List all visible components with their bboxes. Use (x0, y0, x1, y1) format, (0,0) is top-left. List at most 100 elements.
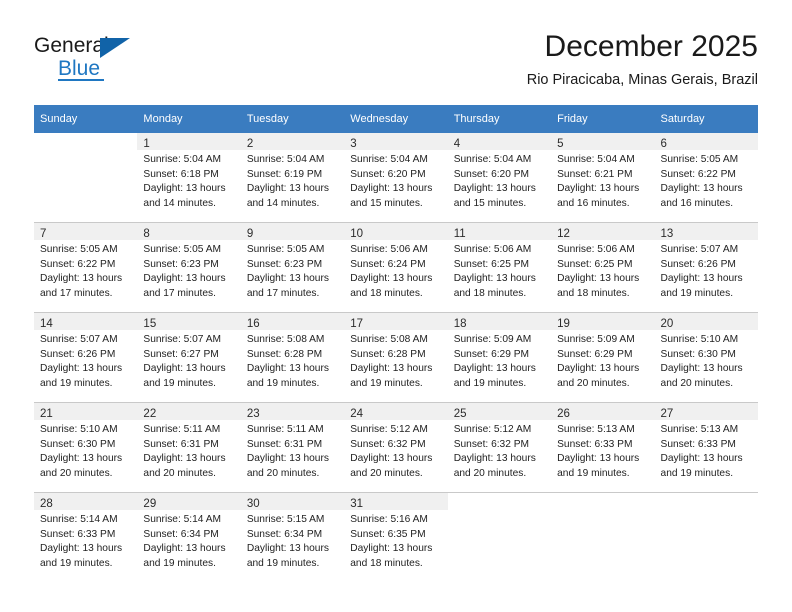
calendar-day-cell[interactable]: 26 Sunrise: 5:13 AM Sunset: 6:33 PM Dayligh… (551, 402, 655, 493)
calendar-day-cell[interactable]: 2 Sunrise: 5:04 AM Sunset: 6:19 PM Daylight… (240, 133, 345, 223)
calendar-day-cell[interactable]: 4 Sunrise: 5:04 AM Sunset: 6:20 PM Daylight… (447, 133, 552, 223)
day-info-line: Sunset: 6:22 PM (40, 258, 116, 270)
day-info-line: and 19 minutes. (660, 467, 734, 479)
day-number: 15 (143, 318, 157, 330)
calendar-day-cell[interactable]: 28 Sunrise: 5:14 AM Sunset: 6:33 PM Dayligh… (34, 492, 138, 582)
calendar-day-cell[interactable]: 6 Sunrise: 5:05 AM Sunset: 6:22 PM Daylight… (654, 133, 758, 223)
day-info-line: and 18 minutes. (350, 557, 423, 569)
day-info-line: Sunset: 6:33 PM (557, 438, 633, 450)
day-cell-content: 31 Sunrise: 5:16 AM Sunset: 6:35 PM Dayligh… (344, 493, 448, 582)
calendar-day-cell[interactable]: 29 Sunrise: 5:14 AM Sunset: 6:34 PM Dayligh… (137, 492, 241, 582)
calendar-day-cell[interactable]: 12 Sunrise: 5:06 AM Sunset: 6:25 PM Dayligh… (551, 222, 655, 313)
day-cell-empty (34, 133, 138, 222)
brand-name-general: General (34, 34, 109, 57)
day-info-line: and 17 minutes. (246, 287, 320, 299)
brand-name-blue: Blue (58, 57, 101, 80)
day-info-line: Daylight: 13 hours (246, 273, 329, 285)
calendar-day-cell[interactable]: 8 Sunrise: 5:05 AM Sunset: 6:23 PM Daylight… (137, 222, 241, 313)
day-number-bar (34, 133, 137, 150)
day-cell-content: 11 Sunrise: 5:06 AM Sunset: 6:25 PM Dayligh… (447, 223, 552, 312)
calendar-day-cell[interactable]: 21 Sunrise: 5:10 AM Sunset: 6:30 PM Dayligh… (34, 402, 138, 493)
day-info-line: Daylight: 13 hours (350, 363, 433, 375)
day-cell-details: Sunrise: 5:15 AM Sunset: 6:34 PM Daylight:… (241, 510, 344, 571)
day-info-line: and 20 minutes. (40, 467, 113, 479)
calendar-day-cell[interactable]: 13 Sunrise: 5:07 AM Sunset: 6:26 PM Dayligh… (654, 222, 758, 313)
day-info-line: Sunset: 6:33 PM (40, 528, 116, 540)
day-info-line: Daylight: 13 hours (350, 183, 433, 195)
day-cell-details: Sunrise: 5:11 AM Sunset: 6:31 PM Daylight:… (241, 420, 344, 481)
day-info-line: Sunrise: 5:04 AM (557, 154, 635, 165)
day-number-bar: 30 (240, 493, 345, 510)
calendar-day-cell[interactable]: 3 Sunrise: 5:04 AM Sunset: 6:20 PM Daylight… (344, 133, 448, 223)
day-info-line: Sunset: 6:26 PM (660, 258, 736, 270)
day-info-line: Daylight: 13 hours (40, 453, 123, 465)
day-cell-content: 12 Sunrise: 5:06 AM Sunset: 6:25 PM Dayligh… (551, 223, 655, 312)
day-cell-details: Sunrise: 5:04 AM Sunset: 6:18 PM Daylight:… (137, 150, 240, 211)
triangle-logo-icon (100, 38, 130, 58)
day-number: 24 (350, 408, 364, 420)
calendar-day-cell[interactable]: 20 Sunrise: 5:10 AM Sunset: 6:30 PM Dayligh… (654, 312, 758, 403)
day-info-line: Sunrise: 5:05 AM (40, 244, 118, 255)
day-cell-details: Sunrise: 5:13 AM Sunset: 6:33 PM Daylight:… (551, 420, 654, 481)
calendar-day-cell[interactable]: 25 Sunrise: 5:12 AM Sunset: 6:32 PM Dayligh… (447, 402, 552, 493)
day-cell-details: Sunrise: 5:04 AM Sunset: 6:20 PM Daylight:… (448, 150, 551, 211)
day-info-line: Sunrise: 5:12 AM (453, 424, 532, 435)
day-cell-details: Sunrise: 5:07 AM Sunset: 6:26 PM Daylight:… (655, 240, 758, 301)
day-info-line: Daylight: 13 hours (246, 543, 329, 555)
calendar-day-cell[interactable]: 9 Sunrise: 5:05 AM Sunset: 6:23 PM Daylight… (240, 222, 345, 313)
day-info-line: Daylight: 13 hours (660, 273, 743, 285)
day-number: 3 (350, 138, 357, 150)
calendar-day-cell[interactable]: 5 Sunrise: 5:04 AM Sunset: 6:21 PM Daylight… (551, 133, 655, 223)
calendar-day-cell[interactable]: 19 Sunrise: 5:09 AM Sunset: 6:29 PM Dayligh… (551, 312, 655, 403)
day-number: 31 (350, 498, 364, 510)
page-title: December 2025 (544, 30, 758, 63)
day-info-line: Sunrise: 5:04 AM (143, 154, 222, 165)
calendar-day-cell[interactable]: 24 Sunrise: 5:12 AM Sunset: 6:32 PM Dayligh… (344, 402, 448, 493)
day-cell-content: 23 Sunrise: 5:11 AM Sunset: 6:31 PM Dayligh… (240, 403, 345, 492)
day-number: 29 (143, 498, 157, 510)
day-info-line: Sunrise: 5:07 AM (40, 334, 118, 345)
day-info-line: Sunset: 6:33 PM (660, 438, 736, 450)
calendar-day-cell[interactable]: 23 Sunrise: 5:11 AM Sunset: 6:31 PM Dayligh… (240, 402, 345, 493)
day-number-bar: 10 (344, 223, 448, 240)
calendar-day-cell[interactable]: 1 Sunrise: 5:04 AM Sunset: 6:18 PM Daylight… (137, 133, 241, 223)
brand-logo[interactable]: General Blue (34, 33, 144, 87)
day-info-line: Daylight: 13 hours (246, 183, 329, 195)
day-info-line: Sunset: 6:29 PM (557, 348, 633, 360)
calendar-day-cell[interactable]: 17 Sunrise: 5:08 AM Sunset: 6:28 PM Dayligh… (344, 312, 448, 403)
day-number: 7 (40, 228, 47, 240)
page-header: General Blue December 2025 Rio Piracicab… (34, 28, 758, 96)
day-number: 28 (40, 498, 53, 510)
day-info-line: Daylight: 13 hours (350, 543, 433, 555)
calendar-week-row: 7 Sunrise: 5:05 AM Sunset: 6:22 PM Daylight… (34, 222, 758, 313)
day-number-bar: 21 (34, 403, 138, 420)
calendar-day-cell (654, 492, 758, 582)
calendar-day-cell[interactable]: 14 Sunrise: 5:07 AM Sunset: 6:26 PM Dayligh… (34, 312, 138, 403)
day-info-line: Daylight: 13 hours (557, 363, 640, 375)
calendar-day-cell[interactable]: 18 Sunrise: 5:09 AM Sunset: 6:29 PM Dayligh… (447, 312, 552, 403)
day-number: 30 (246, 498, 260, 510)
calendar-day-cell[interactable]: 15 Sunrise: 5:07 AM Sunset: 6:27 PM Dayligh… (137, 312, 241, 403)
day-info-line: Daylight: 13 hours (246, 453, 329, 465)
calendar-day-cell[interactable]: 16 Sunrise: 5:08 AM Sunset: 6:28 PM Dayligh… (240, 312, 345, 403)
day-cell-content: 20 Sunrise: 5:10 AM Sunset: 6:30 PM Dayligh… (654, 313, 758, 402)
calendar-day-cell[interactable]: 22 Sunrise: 5:11 AM Sunset: 6:31 PM Dayligh… (137, 402, 241, 493)
day-number: 11 (453, 228, 466, 240)
day-info-line: Daylight: 13 hours (246, 363, 329, 375)
calendar-day-cell[interactable]: 27 Sunrise: 5:13 AM Sunset: 6:33 PM Dayligh… (654, 402, 758, 493)
calendar-day-cell[interactable]: 30 Sunrise: 5:15 AM Sunset: 6:34 PM Dayligh… (240, 492, 345, 582)
calendar-day-cell[interactable]: 10 Sunrise: 5:06 AM Sunset: 6:24 PM Dayligh… (344, 222, 448, 313)
day-cell-details: Sunrise: 5:04 AM Sunset: 6:20 PM Daylight:… (344, 150, 447, 211)
day-number-bar: 17 (344, 313, 448, 330)
day-info-line: Sunrise: 5:04 AM (246, 154, 325, 165)
day-cell-content: 30 Sunrise: 5:15 AM Sunset: 6:34 PM Dayligh… (240, 493, 345, 582)
day-number: 17 (350, 318, 364, 330)
calendar-day-cell[interactable]: 11 Sunrise: 5:06 AM Sunset: 6:25 PM Dayligh… (447, 222, 552, 313)
calendar-day-cell[interactable]: 7 Sunrise: 5:05 AM Sunset: 6:22 PM Daylight… (34, 222, 138, 313)
weekday-header-sunday: Sunday (34, 105, 138, 133)
day-number: 1 (143, 138, 150, 150)
day-number: 25 (453, 408, 467, 420)
day-number: 18 (453, 318, 467, 330)
calendar-day-cell[interactable]: 31 Sunrise: 5:16 AM Sunset: 6:35 PM Dayligh… (344, 492, 448, 582)
weekday-header-tuesday: Tuesday (240, 105, 345, 133)
